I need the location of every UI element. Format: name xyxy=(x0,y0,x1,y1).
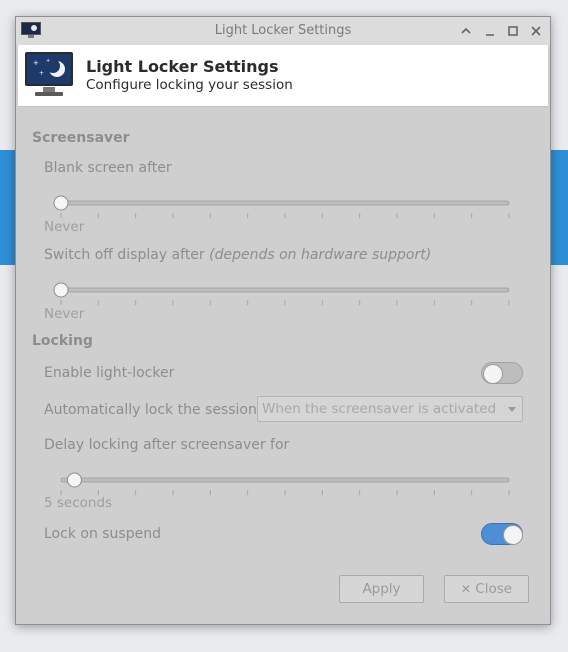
delay-locking-label: Delay locking after screensaver for xyxy=(44,437,290,453)
switch-off-label-text: Switch off display after xyxy=(44,247,205,263)
slider-track[interactable] xyxy=(60,200,510,206)
close-icon[interactable] xyxy=(527,22,545,40)
dialog-header: + + + Light Locker Settings Configure lo… xyxy=(18,45,548,107)
chevron-down-icon xyxy=(508,407,516,412)
shade-icon[interactable] xyxy=(457,22,475,40)
header-subtitle: Configure locking your session xyxy=(86,77,293,93)
section-locking-heading: Locking xyxy=(32,333,93,349)
svg-text:+: + xyxy=(39,70,44,77)
auto-lock-label: Automatically lock the session xyxy=(44,402,257,418)
auto-lock-selected: When the screensaver is activated xyxy=(262,401,497,417)
delay-locking-value: 5 seconds xyxy=(44,495,113,511)
slider-handle[interactable] xyxy=(53,195,69,211)
switch-off-value: Never xyxy=(44,306,85,322)
blank-screen-label: Blank screen after xyxy=(44,160,172,176)
lock-on-suspend-label: Lock on suspend xyxy=(44,526,161,542)
auto-lock-select[interactable]: When the screensaver is activated xyxy=(257,396,523,422)
x-icon: ✕ xyxy=(460,582,471,596)
blank-screen-slider[interactable] xyxy=(53,184,513,224)
slider-track[interactable] xyxy=(60,477,510,483)
slider-track[interactable] xyxy=(60,287,510,293)
toggle-knob xyxy=(483,364,503,384)
toggle-knob xyxy=(503,525,523,545)
switch-off-note: (depends on hardware support) xyxy=(209,247,432,263)
apply-button[interactable]: Apply xyxy=(339,575,424,603)
close-button-label: Close xyxy=(475,581,513,597)
minimize-icon[interactable] xyxy=(481,22,499,40)
lock-on-suspend-toggle[interactable] xyxy=(481,523,523,545)
delay-locking-slider[interactable] xyxy=(53,461,513,501)
maximize-icon[interactable] xyxy=(504,22,522,40)
header-title: Light Locker Settings xyxy=(86,57,279,76)
blank-screen-value: Never xyxy=(44,219,85,235)
monitor-moon-icon: + + + xyxy=(25,52,73,96)
close-button[interactable]: ✕ Close xyxy=(444,575,529,603)
section-screensaver-heading: Screensaver xyxy=(32,130,130,146)
switch-off-slider[interactable] xyxy=(53,271,513,311)
svg-text:+: + xyxy=(46,58,50,64)
enable-light-locker-label: Enable light-locker xyxy=(44,365,175,381)
slider-handle[interactable] xyxy=(66,472,82,488)
slider-handle[interactable] xyxy=(53,282,69,298)
svg-text:+: + xyxy=(33,59,39,67)
titlebar[interactable]: Light Locker Settings xyxy=(16,17,550,45)
settings-window: Light Locker Settings + + + Light Locker… xyxy=(15,16,551,625)
enable-light-locker-toggle[interactable] xyxy=(481,362,523,384)
switch-off-label: Switch off display after (depends on har… xyxy=(44,247,431,263)
